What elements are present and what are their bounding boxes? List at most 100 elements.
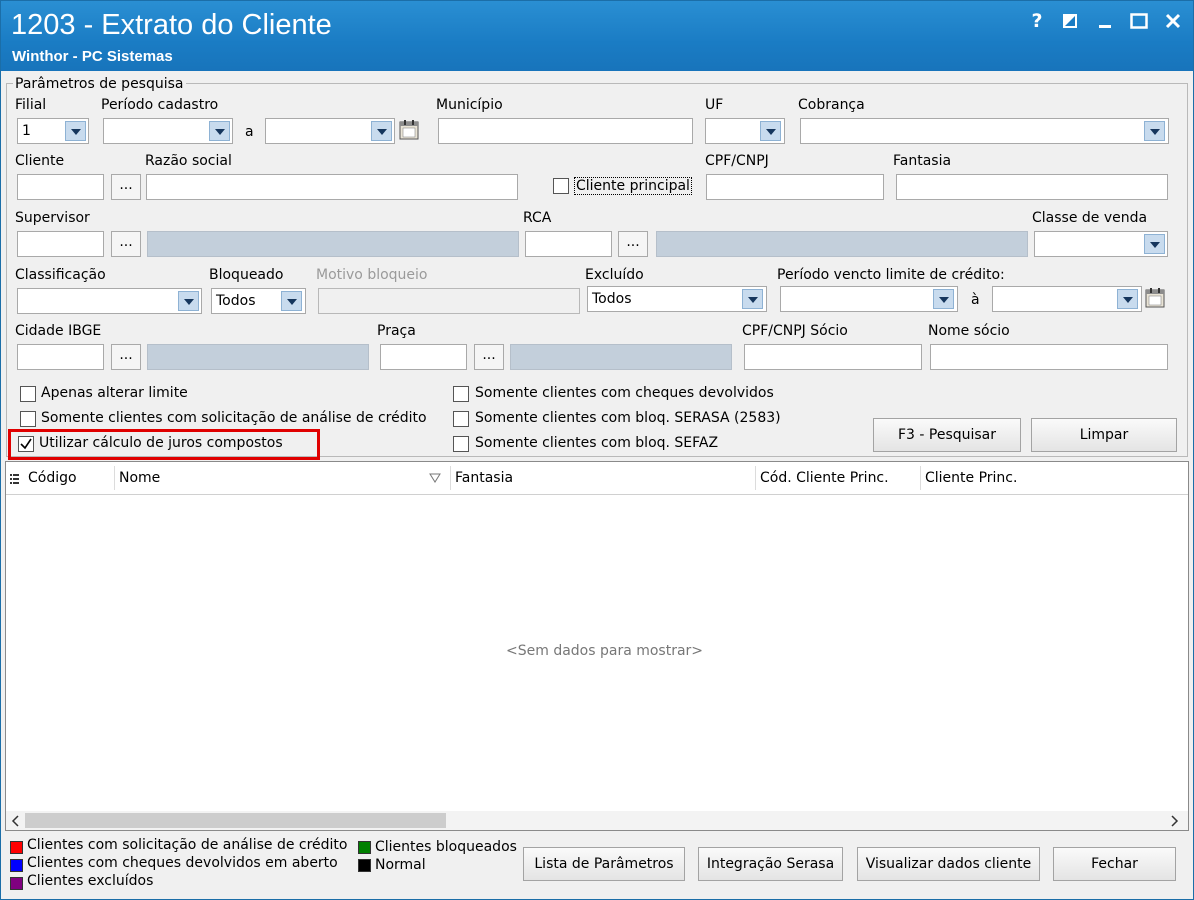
- cliente-input[interactable]: [17, 174, 104, 200]
- razao-social-input[interactable]: [146, 174, 518, 200]
- minimize-icon[interactable]: [1093, 9, 1117, 33]
- chevron-down-icon[interactable]: [760, 121, 781, 141]
- column-header-nome[interactable]: Nome: [119, 470, 160, 486]
- column-divider: [755, 466, 756, 490]
- rca-label: RCA: [523, 210, 552, 226]
- periodo-cadastro-sep: a: [245, 124, 254, 140]
- cpf-cnpj-socio-input[interactable]: [744, 344, 922, 370]
- motivo-bloqueio-input: [318, 288, 580, 314]
- bloq-sefaz-label: Somente clientes com bloq. SEFAZ: [475, 435, 719, 451]
- periodo-vencto-label: Período vencto limite de crédito:: [777, 267, 1005, 283]
- integracao-serasa-button[interactable]: Integração Serasa: [698, 847, 843, 881]
- chevron-down-icon[interactable]: [209, 121, 230, 141]
- chevron-down-icon[interactable]: [65, 121, 86, 141]
- supervisor-input[interactable]: [17, 231, 104, 257]
- cliente-principal-label: Cliente principal: [574, 177, 692, 195]
- municipio-input[interactable]: [438, 118, 693, 144]
- legend-swatch: [10, 859, 23, 872]
- nome-socio-label: Nome sócio: [928, 323, 1010, 339]
- periodo-vencto-start[interactable]: [780, 286, 958, 312]
- chevron-down-icon[interactable]: [742, 289, 763, 309]
- praca-label: Praça: [377, 323, 416, 339]
- calendar-icon[interactable]: [1144, 287, 1166, 309]
- filial-label: Filial: [15, 97, 47, 113]
- classe-venda-label: Classe de venda: [1032, 210, 1148, 226]
- praca-input[interactable]: [380, 344, 467, 370]
- calendar-icon[interactable]: [398, 119, 420, 141]
- column-header-codigo[interactable]: Código: [28, 470, 77, 486]
- cpf-cnpj-input[interactable]: [706, 174, 884, 200]
- chevron-down-icon[interactable]: [178, 291, 199, 311]
- cliente-principal-checkbox[interactable]: [553, 178, 569, 194]
- filial-value: 1: [22, 123, 31, 139]
- rca-input[interactable]: [525, 231, 612, 257]
- column-divider: [450, 466, 451, 490]
- bloqueado-value: Todos: [216, 293, 256, 309]
- chevron-down-icon[interactable]: [1117, 289, 1138, 309]
- chevron-down-icon[interactable]: [933, 289, 954, 309]
- legend-swatch: [10, 877, 23, 890]
- uf-label: UF: [705, 97, 724, 113]
- excluido-value: Todos: [592, 291, 632, 307]
- fechar-button[interactable]: Fechar: [1053, 847, 1176, 881]
- cidade-ibge-label: Cidade IBGE: [15, 323, 102, 339]
- cidade-ibge-lookup-button[interactable]: ...: [111, 344, 141, 370]
- juros-compostos-checkbox[interactable]: [18, 436, 34, 452]
- bloq-sefaz-checkbox[interactable]: [453, 436, 469, 452]
- cidade-ibge-input[interactable]: [17, 344, 104, 370]
- praca-name-display: [510, 344, 732, 370]
- cobranca-label: Cobrança: [798, 97, 865, 113]
- pesquisar-button[interactable]: F3 - Pesquisar: [873, 418, 1021, 452]
- column-header-cliente-princ[interactable]: Cliente Princ.: [925, 470, 1017, 486]
- rca-lookup-button[interactable]: ...: [618, 231, 648, 257]
- classificacao-select[interactable]: [17, 288, 202, 314]
- chevron-down-icon[interactable]: [281, 291, 302, 311]
- chevron-down-icon[interactable]: [1144, 234, 1165, 254]
- column-header-cod-cliente-princ[interactable]: Cód. Cliente Princ.: [760, 470, 889, 486]
- bloq-serasa-label: Somente clientes com bloq. SERASA (2583): [475, 410, 781, 426]
- solicitacao-analise-checkbox[interactable]: [20, 411, 36, 427]
- scrollbar-thumb[interactable]: [25, 813, 446, 828]
- column-header-fantasia[interactable]: Fantasia: [455, 470, 513, 486]
- scroll-left-icon[interactable]: [11, 814, 21, 832]
- apenas-alterar-limite-label: Apenas alterar limite: [41, 385, 188, 401]
- column-chooser-icon[interactable]: [10, 473, 20, 485]
- chevron-down-icon[interactable]: [1144, 121, 1165, 141]
- apenas-alterar-limite-checkbox[interactable]: [20, 386, 36, 402]
- lista-parametros-button[interactable]: Lista de Parâmetros: [523, 847, 685, 881]
- legend-label: Clientes bloqueados: [375, 839, 517, 855]
- skin-toggle-icon[interactable]: [1058, 9, 1082, 33]
- window-title: 1203 - Extrato do Cliente: [11, 9, 332, 41]
- supervisor-name-display: [147, 231, 519, 257]
- scroll-right-icon[interactable]: [1169, 814, 1179, 832]
- classificacao-label: Classificação: [15, 267, 106, 283]
- bloqueado-label: Bloqueado: [209, 267, 284, 283]
- supervisor-label: Supervisor: [15, 210, 90, 226]
- close-icon[interactable]: [1161, 9, 1185, 33]
- fantasia-label: Fantasia: [893, 153, 952, 169]
- bloq-serasa-checkbox[interactable]: [453, 411, 469, 427]
- legend-swatch: [10, 841, 23, 854]
- legend-swatch: [358, 859, 371, 872]
- chevron-down-icon[interactable]: [371, 121, 392, 141]
- cliente-lookup-button[interactable]: ...: [111, 174, 141, 200]
- visualizar-dados-cliente-button[interactable]: Visualizar dados cliente: [857, 847, 1040, 881]
- limpar-button[interactable]: Limpar: [1031, 418, 1177, 452]
- legend-label: Normal: [375, 857, 426, 873]
- column-divider: [114, 466, 115, 490]
- fantasia-input[interactable]: [896, 174, 1168, 200]
- search-parameters-title: Parâmetros de pesquisa: [13, 76, 186, 92]
- cheques-devolvidos-checkbox[interactable]: [453, 386, 469, 402]
- excluido-label: Excluído: [585, 267, 644, 283]
- maximize-icon[interactable]: [1127, 9, 1151, 33]
- praca-lookup-button[interactable]: ...: [474, 344, 504, 370]
- help-button[interactable]: ?: [1025, 9, 1049, 33]
- supervisor-lookup-button[interactable]: ...: [111, 231, 141, 257]
- column-divider: [920, 466, 921, 490]
- nome-socio-input[interactable]: [930, 344, 1168, 370]
- excluido-select[interactable]: Todos: [587, 286, 767, 312]
- cidade-ibge-name-display: [147, 344, 369, 370]
- cpf-cnpj-socio-label: CPF/CNPJ Sócio: [742, 323, 848, 339]
- cobranca-select[interactable]: [800, 118, 1169, 144]
- application-window: 1203 - Extrato do Cliente Winthor - PC S…: [0, 0, 1194, 900]
